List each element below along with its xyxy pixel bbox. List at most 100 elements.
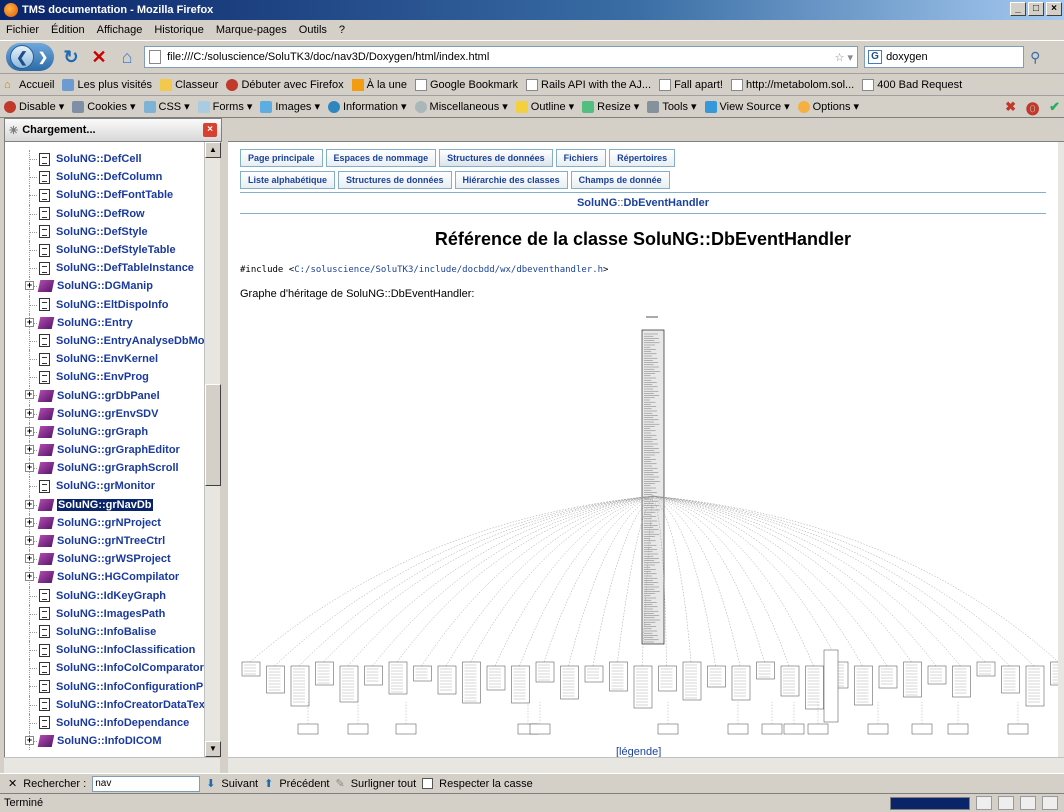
close-sidebar-button[interactable]: × (203, 123, 217, 137)
dev-resize[interactable]: Resize ▾ (582, 100, 639, 113)
bookmark-rails-api[interactable]: Rails API with the AJ... (526, 78, 651, 91)
search-icon[interactable]: ⚲ (1030, 49, 1040, 66)
dev-forms[interactable]: Forms ▾ (197, 100, 252, 113)
google-icon[interactable]: G (868, 50, 883, 64)
nav-path-namespace-link[interactable]: SoluNG (577, 197, 617, 209)
dev-information[interactable]: Information ▾ (327, 100, 407, 113)
addon-icon-1[interactable] (976, 796, 992, 810)
content-horizontal-scrollbar[interactable] (228, 757, 1064, 773)
sidebar-tree-item[interactable]: SoluNG::DefRow (5, 204, 204, 223)
bookmark-fall-apart[interactable]: Fall apart! (659, 78, 723, 91)
tab-liste-alphabetique[interactable]: Liste alphabétique (240, 171, 336, 189)
dev-miscellaneous[interactable]: Miscellaneous ▾ (414, 100, 508, 113)
menu-outils[interactable]: Outils (299, 24, 327, 36)
sidebar-tree-item[interactable]: SoluNG::DefStyle (5, 222, 204, 241)
expand-icon[interactable]: + (25, 317, 34, 327)
addon-icon-3[interactable] (1020, 796, 1036, 810)
sidebar-tree-item[interactable]: SoluNG::EnvKernel (5, 350, 204, 369)
sidebar-tree-item[interactable]: + SoluNG::grGraphScroll (5, 459, 204, 478)
sidebar-tree-item[interactable]: SoluNG::EntryAnalyseDbModel (5, 331, 204, 351)
expand-icon[interactable]: + (25, 281, 34, 291)
sidebar-tree-item[interactable]: + SoluNG::grGraph (5, 422, 204, 441)
bookmark-a-la-une[interactable]: À la une (351, 78, 407, 91)
sidebar-tree-item[interactable]: + SoluNG::DGManip (5, 277, 204, 296)
expand-icon[interactable]: + (25, 535, 34, 545)
sidebar-vertical-scrollbar[interactable]: ▲ ▼ (204, 142, 221, 757)
bookmark-classeur[interactable]: Classeur (160, 78, 218, 91)
sidebar-tree-item[interactable]: SoluNG::InfoBalise (5, 622, 204, 642)
sidebar-tree-item[interactable]: SoluNG::InfoColComparator (5, 659, 204, 678)
find-next-button[interactable]: Suivant (221, 778, 258, 790)
expand-icon[interactable]: + (25, 499, 34, 509)
bookmark-metabolom[interactable]: http://metabolom.sol... (730, 78, 854, 91)
sidebar-horizontal-scrollbar[interactable] (4, 757, 220, 773)
search-box[interactable]: G doxygen (864, 46, 1025, 68)
scroll-up-arrow[interactable]: ▲ (205, 142, 221, 158)
dev-view-source[interactable]: View Source ▾ (704, 100, 790, 113)
highlight-all-button[interactable]: Surligner tout (351, 778, 416, 790)
sidebar-tree-item[interactable]: + SoluNG::grNavDb (5, 495, 204, 514)
forward-button[interactable]: ❯ (36, 50, 50, 64)
sidebar-tree-item[interactable]: + SoluNG::grWSProject (5, 550, 204, 569)
find-prev-button[interactable]: Précédent (279, 778, 329, 790)
sidebar-tree-item[interactable]: + SoluNG::grDbPanel (5, 386, 204, 405)
minimize-button[interactable]: _ (1010, 2, 1026, 16)
expand-icon[interactable]: + (25, 445, 34, 454)
legend-link[interactable]: [légende] (616, 746, 661, 757)
bookmark-google[interactable]: Google Bookmark (414, 78, 518, 91)
dev-images[interactable]: Images ▾ (260, 100, 320, 113)
sidebar-tree-item[interactable]: SoluNG::InfoClassification (5, 641, 204, 660)
expand-icon[interactable]: + (25, 554, 34, 564)
scroll-down-arrow[interactable]: ▼ (205, 741, 221, 757)
sidebar-tree-item[interactable]: + SoluNG::grGraphEditor (5, 441, 204, 460)
close-find-icon[interactable]: ✕ (8, 777, 17, 790)
tab-champs-de-donnee[interactable]: Champs de donnée (570, 171, 670, 189)
sidebar-tree-item[interactable]: SoluNG::DefTableInstance (5, 259, 204, 278)
inheritance-graph[interactable] (228, 310, 1058, 750)
dev-outline[interactable]: Outline ▾ (515, 100, 574, 113)
sidebar-tree-item[interactable]: SoluNG::DefColumn (5, 168, 204, 187)
sidebar-tree-item[interactable]: SoluNG::DefFontTable (5, 186, 204, 205)
star-icon[interactable]: ☆ ▾ (835, 51, 853, 64)
expand-icon[interactable]: + (25, 572, 34, 582)
dev-css[interactable]: CSS ▾ (143, 100, 190, 113)
error-icon[interactable]: ⓿ (1026, 99, 1039, 118)
expand-icon[interactable]: + (25, 463, 34, 473)
menu-edition[interactable]: Édition (51, 24, 85, 36)
sidebar-tree-item[interactable]: + SoluNG::grNTreeCtrl (5, 531, 204, 551)
dev-options[interactable]: Options ▾ (797, 100, 859, 113)
valid-icon[interactable]: ✔ (1049, 99, 1060, 118)
sidebar-tree-item[interactable]: SoluNG::EnvProg (5, 368, 204, 387)
sidebar-tree-item[interactable]: SoluNG::DefStyleTable (5, 240, 204, 260)
bookmark-plus-visites[interactable]: Les plus visités (62, 78, 152, 91)
menu-fichier[interactable]: Fichier (6, 24, 39, 36)
sidebar-tree-item[interactable]: + SoluNG::grEnvSDV (5, 404, 204, 423)
dev-tools[interactable]: Tools ▾ (647, 100, 697, 113)
tab-hierarchie-classes[interactable]: Hiérarchie des classes (454, 171, 568, 189)
stop-icon[interactable]: ✕ (88, 46, 110, 68)
expand-icon[interactable]: + (25, 390, 34, 400)
addon-icon-4[interactable] (1042, 796, 1058, 810)
menu-affichage[interactable]: Affichage (97, 24, 143, 36)
bookmark-accueil[interactable]: ⌂ Accueil (4, 79, 54, 91)
expand-icon[interactable]: + (25, 408, 34, 418)
sidebar-tree-item[interactable]: SoluNG::EltDispoInfo (5, 295, 204, 314)
scroll-thumb[interactable] (205, 384, 221, 486)
tab-page-principale[interactable]: Page principale (240, 149, 323, 167)
menu-marque-pages[interactable]: Marque-pages (216, 24, 287, 36)
sidebar-tree-item[interactable]: SoluNG::InfoConfigurationPipe (5, 677, 204, 696)
sidebar-tree-item[interactable]: + SoluNG::HGCompilator (5, 568, 204, 587)
reload-icon[interactable]: ↻ (60, 46, 82, 68)
content-vertical-scrollbar[interactable] (1058, 142, 1064, 757)
tab-structures[interactable]: Structures de données (338, 171, 452, 189)
home-icon[interactable]: ⌂ (116, 46, 138, 68)
bookmark-400-bad-request[interactable]: 400 Bad Request (862, 78, 962, 91)
menu-help[interactable]: ? (339, 24, 345, 36)
dev-disable[interactable]: Disable ▾ (4, 100, 64, 113)
back-button[interactable]: ❮ (10, 45, 34, 69)
url-bar[interactable]: file:///C:/soluscience/SoluTK3/doc/nav3D… (144, 46, 859, 68)
sidebar-tree-item[interactable]: SoluNG::ImagesPath (5, 604, 204, 623)
sidebar-tree-item[interactable]: SoluNG::DefCell (5, 150, 204, 169)
close-window-button[interactable]: × (1046, 2, 1062, 16)
sidebar-tree-item[interactable]: SoluNG::InfoDependance (5, 713, 204, 732)
